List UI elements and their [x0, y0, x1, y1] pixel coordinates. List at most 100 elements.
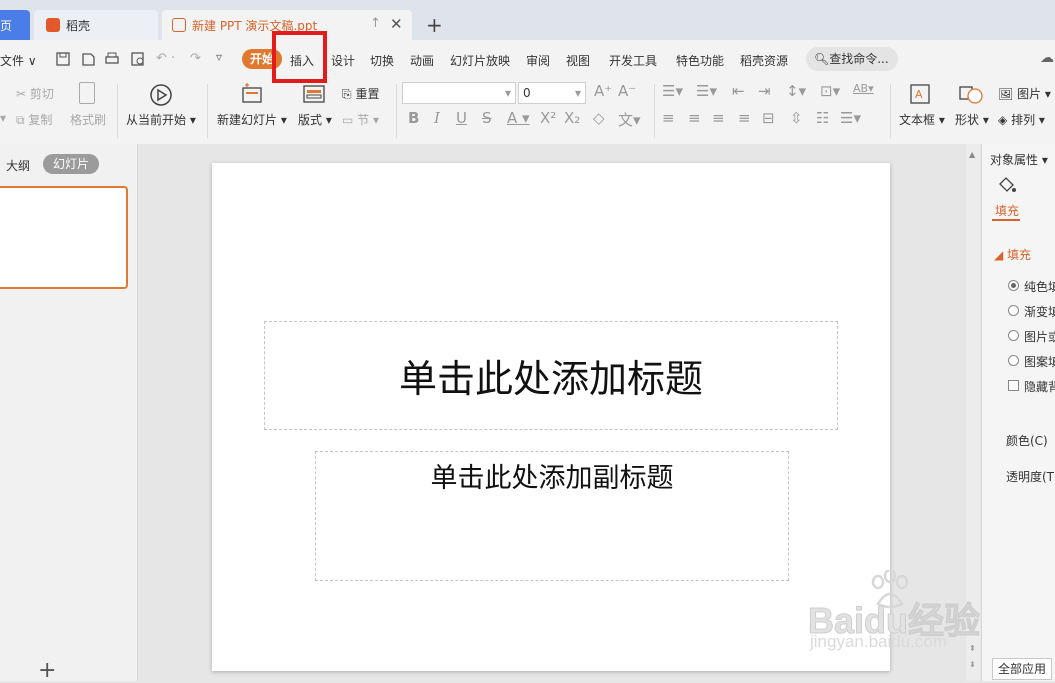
cut-button[interactable]: ✂ 剪切 [16, 85, 54, 102]
svg-text:A: A [915, 88, 923, 101]
tab-home[interactable]: 页 [0, 10, 30, 40]
menu-design[interactable]: 设计 [331, 52, 355, 69]
menu-view[interactable]: 视图 [566, 52, 590, 69]
align-left-icon[interactable]: ≡ [662, 109, 675, 127]
columns-icon[interactable]: ☷ [816, 109, 829, 127]
tab-daoke[interactable]: 稻壳 [34, 10, 158, 40]
increase-indent-icon[interactable]: ⇥ [758, 82, 771, 100]
save-icon[interactable] [55, 51, 71, 67]
next-slide-icon[interactable]: ⇟ [969, 660, 976, 669]
fill-section-header[interactable]: ◢ 填充 [994, 246, 1031, 263]
title-placeholder[interactable]: 单击此处添加标题 [264, 321, 838, 430]
eraser-icon[interactable]: ◇ [593, 109, 605, 127]
subtitle-placeholder[interactable]: 单击此处添加副标题 [315, 451, 789, 581]
quick-access-dropdown-icon[interactable]: ▿ [216, 50, 222, 64]
decrease-font-icon[interactable]: A⁻ [618, 82, 636, 100]
menu-developer[interactable]: 开发工具 [609, 52, 657, 69]
pin-up-icon[interactable]: ↑ [370, 16, 381, 31]
menu-daoke-resources[interactable]: 稻壳资源 [740, 52, 788, 69]
distribute-icon[interactable]: ⊟ [762, 109, 775, 127]
numbered-list-icon[interactable]: ☰▾ [696, 82, 717, 100]
cloud-icon[interactable]: ☁ [1040, 50, 1054, 66]
char-spacing-icon[interactable]: AB▾ [853, 82, 874, 95]
copy-button[interactable]: ⧉ 复制 [16, 111, 52, 128]
gradient-fill-radio[interactable] [1008, 305, 1019, 316]
section-button[interactable]: ▭ 节 ▾ [342, 111, 379, 128]
daoke-icon [46, 18, 60, 32]
font-size-select[interactable]: 0 ▾ [518, 82, 586, 104]
cut-icon: ✂ [16, 87, 27, 101]
increase-font-icon[interactable]: A⁺ [594, 82, 612, 100]
play-from-current-button[interactable]: 从当前开始 ▾ [126, 111, 196, 128]
line-spacing-icon[interactable]: ↕▾ [786, 82, 806, 100]
picture-fill-radio[interactable] [1008, 330, 1019, 341]
export-icon[interactable] [80, 51, 96, 67]
cut-label: 剪切 [29, 87, 54, 101]
new-slide-icon [242, 83, 262, 103]
text-box-button[interactable]: 文本框 ▾ [899, 111, 945, 128]
arrange-icon: ◈ [998, 113, 1008, 127]
bold-icon[interactable]: B [408, 109, 419, 127]
paste-dropdown-icon[interactable]: ▾ [0, 111, 6, 125]
justify-icon[interactable]: ≡ [738, 109, 751, 127]
play-from-current-label: 从当前开始 [126, 113, 187, 127]
phonetic-guide-icon[interactable]: 文▾ [618, 109, 641, 130]
object-properties-header[interactable]: 对象属性 ▾ [990, 151, 1048, 168]
add-slide-icon[interactable]: + [38, 658, 56, 683]
align-right-icon[interactable]: ≡ [712, 109, 725, 127]
tab-bar: 页 稻壳 新建 PPT 演示文稿.ppt ↑ ✕ + [0, 0, 1055, 40]
transparency-label: 透明度(T) [1006, 470, 1055, 484]
bullet-list-icon[interactable]: ☰▾ [662, 82, 683, 100]
slide[interactable]: 单击此处添加标题 单击此处添加副标题 [212, 163, 890, 671]
picture-button[interactable]: 🖼︎ 图片 ▾ [998, 85, 1051, 102]
reset-button[interactable]: ⎘ 重置 [342, 85, 379, 102]
layout-icon [303, 85, 325, 103]
new-tab-icon[interactable]: + [426, 13, 443, 37]
strikethrough-icon[interactable]: S [482, 109, 492, 127]
slides-panel: 大纲 幻灯片 + [0, 144, 138, 683]
print-preview-icon[interactable] [130, 51, 146, 67]
text-box-label: 文本框 [899, 113, 936, 127]
superscript-icon[interactable]: X² [540, 109, 556, 127]
decrease-indent-icon[interactable]: ⇤ [732, 82, 745, 100]
command-search-label: 查找命令... [829, 52, 889, 66]
fill-section-label: 填充 [1007, 248, 1032, 262]
hide-background-checkbox[interactable] [1008, 380, 1019, 391]
undo-icon[interactable]: ↶ · [156, 51, 175, 66]
menu-animation[interactable]: 动画 [410, 52, 434, 69]
italic-icon[interactable]: I [434, 109, 440, 127]
tab-slides[interactable]: 幻灯片 [43, 154, 99, 174]
underline-icon[interactable]: U [456, 109, 467, 127]
apply-all-button[interactable]: 全部应用 [992, 658, 1052, 680]
scroll-up-icon[interactable]: ▲ [969, 150, 975, 159]
menu-transition[interactable]: 切换 [370, 52, 394, 69]
slide-thumbnail[interactable] [0, 186, 128, 289]
format-painter-button[interactable]: 格式刷 [70, 111, 106, 128]
menu-file[interactable]: 文件 ∨ [0, 52, 37, 69]
menu-slideshow[interactable]: 幻灯片放映 [450, 52, 510, 69]
tab-outline[interactable]: 大纲 [6, 157, 30, 174]
align-center-icon[interactable]: ≡ [688, 109, 701, 127]
font-name-select[interactable]: ▾ [402, 82, 516, 104]
shape-button[interactable]: 形状 ▾ [955, 111, 989, 128]
paragraph-settings-icon[interactable]: ☰▾ [840, 109, 861, 127]
command-search[interactable]: 🔍︎查找命令... [806, 47, 898, 71]
pattern-fill-radio[interactable] [1008, 355, 1019, 366]
arrange-button[interactable]: ◈ 排列 ▾ [998, 111, 1045, 128]
subscript-icon[interactable]: X₂ [564, 109, 580, 127]
vertical-align-icon[interactable]: ⇳ [790, 109, 803, 127]
solid-fill-radio[interactable] [1008, 280, 1019, 291]
layout-button[interactable]: 版式 ▾ [298, 111, 332, 128]
new-slide-button[interactable]: 新建幻灯片 ▾ [217, 111, 287, 128]
print-icon[interactable] [104, 51, 120, 67]
text-direction-icon[interactable]: ⊡▾ [820, 82, 840, 100]
close-tab-icon[interactable]: ✕ [390, 15, 403, 33]
reset-icon: ⎘ [342, 87, 352, 101]
redo-icon[interactable]: ↷ [190, 51, 201, 66]
menu-review[interactable]: 审阅 [526, 52, 550, 69]
menu-features[interactable]: 特色功能 [676, 52, 724, 69]
tab-home-label: 页 [0, 18, 13, 33]
font-color-icon[interactable]: A ▾ [507, 109, 530, 127]
tab-fill[interactable]: 填充 [995, 202, 1019, 219]
shape-icon [959, 86, 983, 104]
